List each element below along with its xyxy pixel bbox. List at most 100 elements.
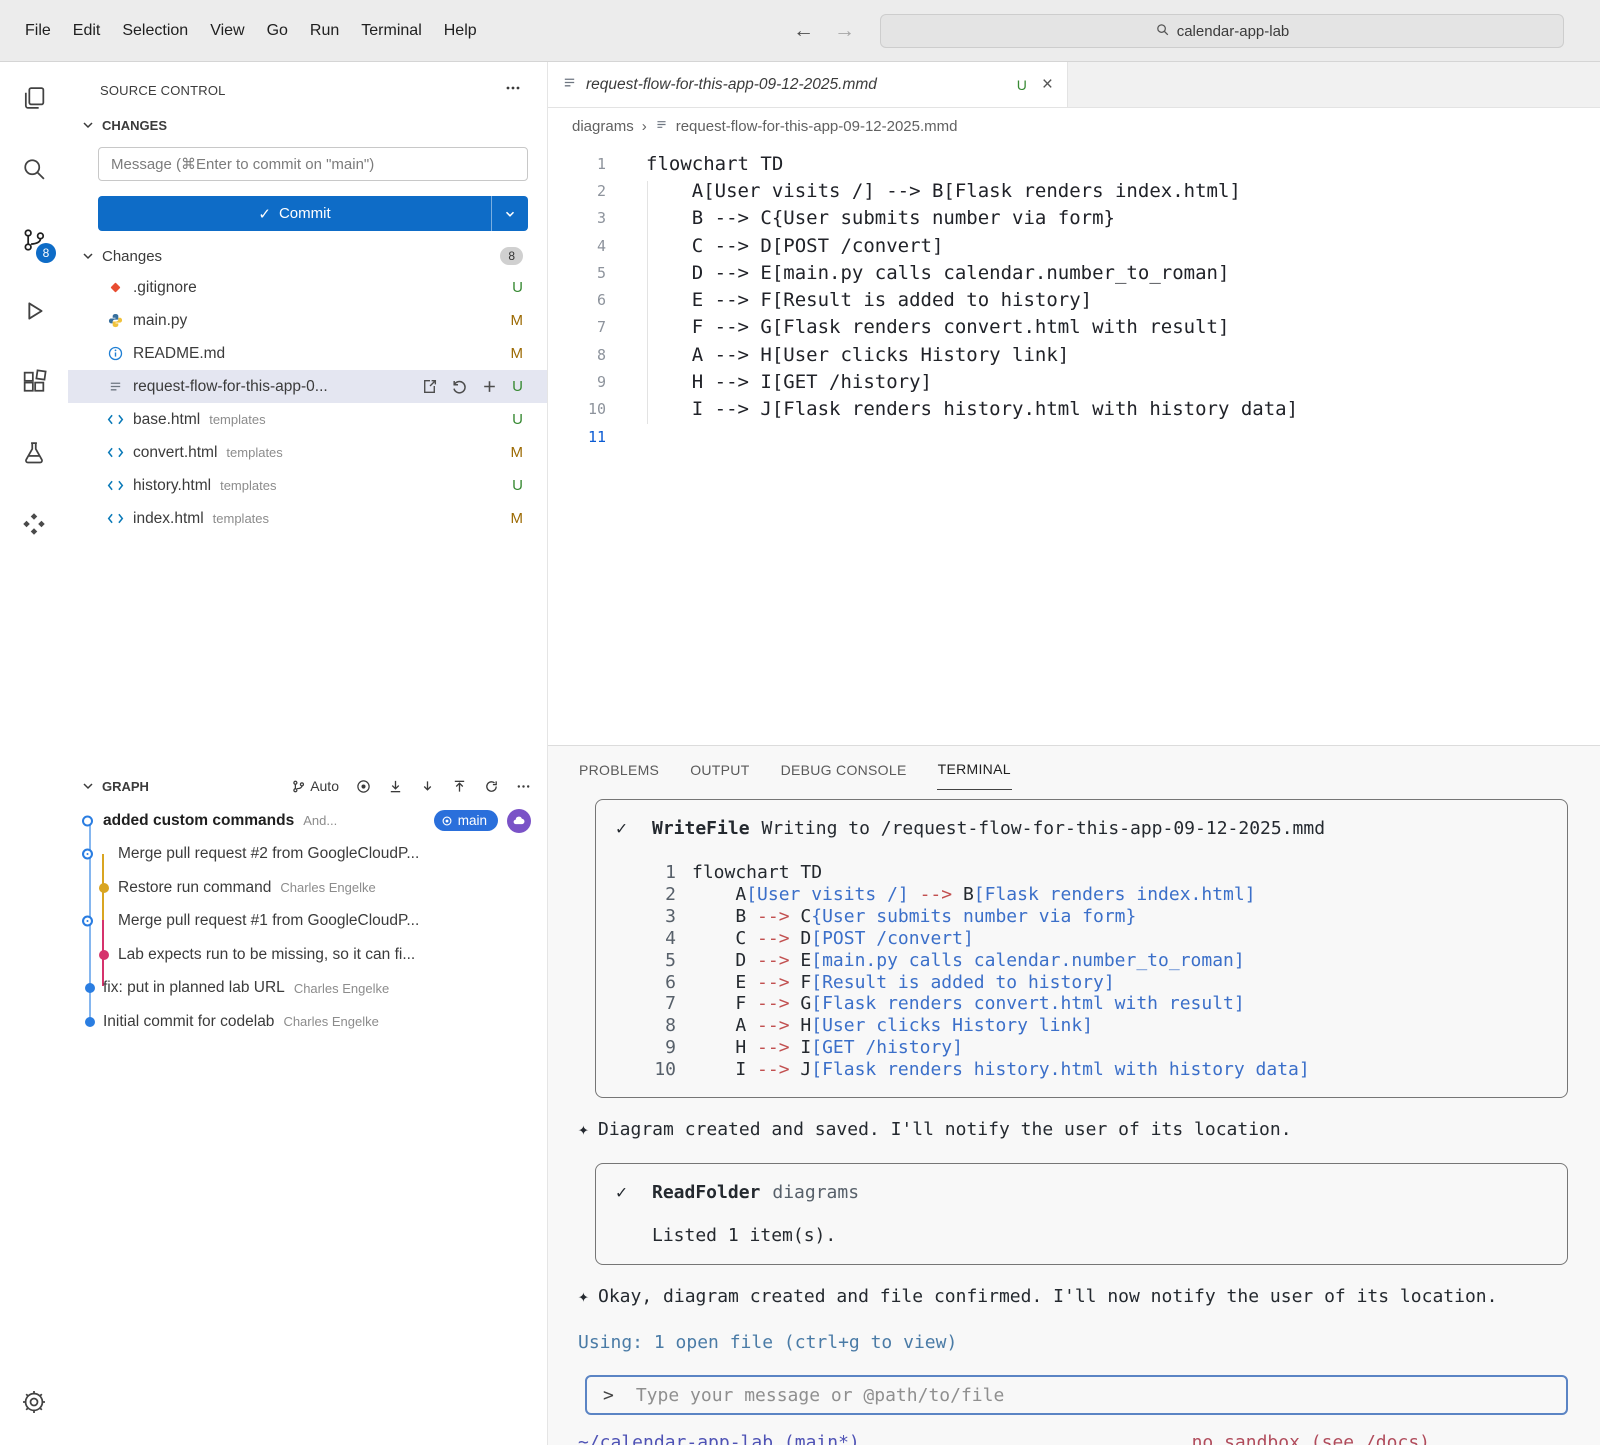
editor-tab[interactable]: request-flow-for-this-app-09-12-2025.mmd… [548, 62, 1068, 107]
code-line[interactable]: 9 H --> I[GET /history] [548, 368, 1600, 395]
code-line[interactable]: 1 flowchart TD [548, 150, 1600, 177]
commit-message-input[interactable] [98, 147, 528, 181]
line-text: H --> I[GET /history] [692, 1037, 963, 1059]
branch-badge-label: main [458, 813, 487, 828]
agent-message: ✦ Diagram created and saved. I'll notify… [578, 1117, 1568, 1143]
settings-gear-icon[interactable] [0, 1366, 68, 1437]
code-line[interactable]: 4 C --> D[POST /convert] [548, 232, 1600, 259]
tab-terminal[interactable]: TERMINAL [937, 749, 1012, 790]
chevron-down-icon[interactable] [80, 778, 96, 794]
menu-help[interactable]: Help [433, 16, 488, 46]
code-line[interactable]: 10 I --> J[Flask renders history.html wi… [548, 396, 1600, 423]
commit-row[interactable]: Lab expects run to be missing, so it can… [68, 938, 547, 972]
cloud-remote-icon[interactable] [507, 809, 531, 833]
check-icon: ✓ [616, 815, 638, 842]
extensions-icon[interactable] [0, 346, 68, 417]
pull-icon[interactable] [420, 779, 435, 794]
commit-button[interactable]: ✓ Commit [98, 196, 528, 231]
menu-run[interactable]: Run [299, 16, 350, 46]
more-actions-icon[interactable] [505, 80, 521, 101]
fetch-icon[interactable] [388, 779, 403, 794]
line-text: C --> D[POST /convert] [692, 928, 974, 950]
file-row-readme[interactable]: README.md M [68, 337, 547, 370]
tab-problems[interactable]: PROBLEMS [578, 750, 660, 790]
commit-row[interactable]: Initial commit for codelab Charles Engel… [68, 1005, 547, 1039]
menu-edit[interactable]: Edit [62, 16, 112, 46]
explorer-icon[interactable] [0, 62, 68, 133]
close-icon[interactable]: × [1042, 75, 1053, 94]
file-row-convert-html[interactable]: convert.html templates M [68, 436, 547, 469]
changes-section-header[interactable]: CHANGES [68, 109, 547, 137]
commit-row[interactable]: Merge pull request #2 from GoogleCloudP.… [68, 838, 547, 872]
file-row-request-flow[interactable]: request-flow-for-this-app-0... U [68, 370, 547, 403]
command-center-search[interactable]: calendar-app-lab [880, 14, 1564, 48]
stage-changes-icon[interactable] [481, 378, 498, 395]
terminal-prompt-box[interactable]: > [585, 1375, 1568, 1415]
tab-output[interactable]: OUTPUT [689, 750, 750, 790]
run-debug-icon[interactable] [0, 275, 68, 346]
auto-label: Auto [310, 778, 339, 794]
commit-dropdown-button[interactable] [492, 207, 528, 221]
file-status: U [512, 378, 523, 395]
branch-badge-main[interactable]: main [434, 810, 498, 831]
file-row-base-html[interactable]: base.html templates U [68, 403, 547, 436]
auto-branch-picker[interactable]: Auto [291, 778, 339, 794]
target-ref-icon[interactable] [356, 779, 371, 794]
menu-go[interactable]: Go [256, 16, 299, 46]
menu-terminal[interactable]: Terminal [350, 16, 432, 46]
changes-count-badge: 8 [500, 247, 523, 265]
breadcrumb-folder[interactable]: diagrams [572, 118, 634, 135]
file-row-history-html[interactable]: history.html templates U [68, 469, 547, 502]
code-line[interactable]: 5 D --> E[main.py calls calendar.number_… [548, 259, 1600, 286]
line-number: 1 [652, 862, 676, 884]
open-file-icon[interactable] [421, 378, 438, 395]
back-arrow-icon[interactable]: ← [793, 19, 814, 43]
tool-argument: diagrams [772, 1179, 859, 1206]
code-line[interactable]: 3 B --> C{User submits number via form} [548, 205, 1600, 232]
more-actions-icon[interactable] [516, 779, 531, 794]
line-number: 10 [548, 400, 606, 418]
commit-row[interactable]: added custom commands And... main [68, 804, 547, 838]
commit-row[interactable]: Merge pull request #1 from GoogleCloudP.… [68, 905, 547, 939]
breadcrumb[interactable]: diagrams › request-flow-for-this-app-09-… [548, 108, 1600, 145]
code-line[interactable]: 2 A[User visits /] --> B[Flask renders i… [548, 177, 1600, 204]
commit-row[interactable]: fix: put in planned lab URL Charles Enge… [68, 972, 547, 1006]
code-line[interactable]: 7 F --> G[Flask renders convert.html wit… [548, 314, 1600, 341]
menu-view[interactable]: View [199, 16, 255, 46]
code-line[interactable]: 11 [548, 423, 1600, 450]
file-row-index-html[interactable]: index.html templates M [68, 502, 547, 535]
file-row-main-py[interactable]: main.py M [68, 304, 547, 337]
code-line[interactable]: 6 E --> F[Result is added to history] [548, 286, 1600, 313]
breadcrumb-separator-icon: › [642, 118, 647, 135]
refresh-icon[interactable] [484, 779, 499, 794]
forward-arrow-icon[interactable]: → [834, 19, 855, 43]
search-sidebar-icon[interactable] [0, 133, 68, 204]
file-row-gitignore[interactable]: .gitignore U [68, 271, 547, 304]
push-icon[interactable] [452, 779, 467, 794]
menu-selection[interactable]: Selection [111, 16, 199, 46]
commit-row[interactable]: Restore run command Charles Engelke [68, 871, 547, 905]
changes-tree-header[interactable]: Changes 8 [68, 231, 547, 271]
menu-file[interactable]: File [14, 16, 62, 46]
graph-toolbar: Auto [291, 778, 531, 794]
discard-changes-icon[interactable] [451, 378, 468, 395]
gemini-diamonds-icon[interactable] [0, 488, 68, 559]
editor-tab-bar: request-flow-for-this-app-09-12-2025.mmd… [548, 62, 1600, 108]
tab-debug-console[interactable]: DEBUG CONSOLE [780, 750, 908, 790]
file-name: request-flow-for-this-app-0... [133, 378, 328, 396]
file-name: index.html [133, 510, 204, 528]
testing-beaker-icon[interactable] [0, 417, 68, 488]
line-text: B --> C{User submits number via form} [646, 207, 1115, 229]
breadcrumb-file[interactable]: request-flow-for-this-app-09-12-2025.mmd [676, 118, 958, 135]
terminal-content[interactable]: ✓ WriteFile Writing to /request-flow-for… [548, 793, 1600, 1445]
line-text: A --> H[User clicks History link] [692, 1015, 1093, 1037]
vscode-window: File Edit Selection View Go Run Terminal… [0, 0, 1600, 1445]
terminal-message-input[interactable] [636, 1385, 1550, 1406]
editor-code[interactable]: 1 flowchart TD 2 A[User visits /] --> B[… [548, 145, 1600, 450]
terminal-code-line: 6 E --> F[Result is added to history] [652, 972, 1547, 994]
commit-dot-head [82, 815, 93, 826]
line-number: 11 [548, 428, 606, 446]
source-control-icon[interactable]: 8 [0, 204, 68, 275]
code-line[interactable]: 8 A --> H[User clicks History link] [548, 341, 1600, 368]
sandbox-status-label: no sandbox (see /docs) [1192, 1432, 1430, 1445]
